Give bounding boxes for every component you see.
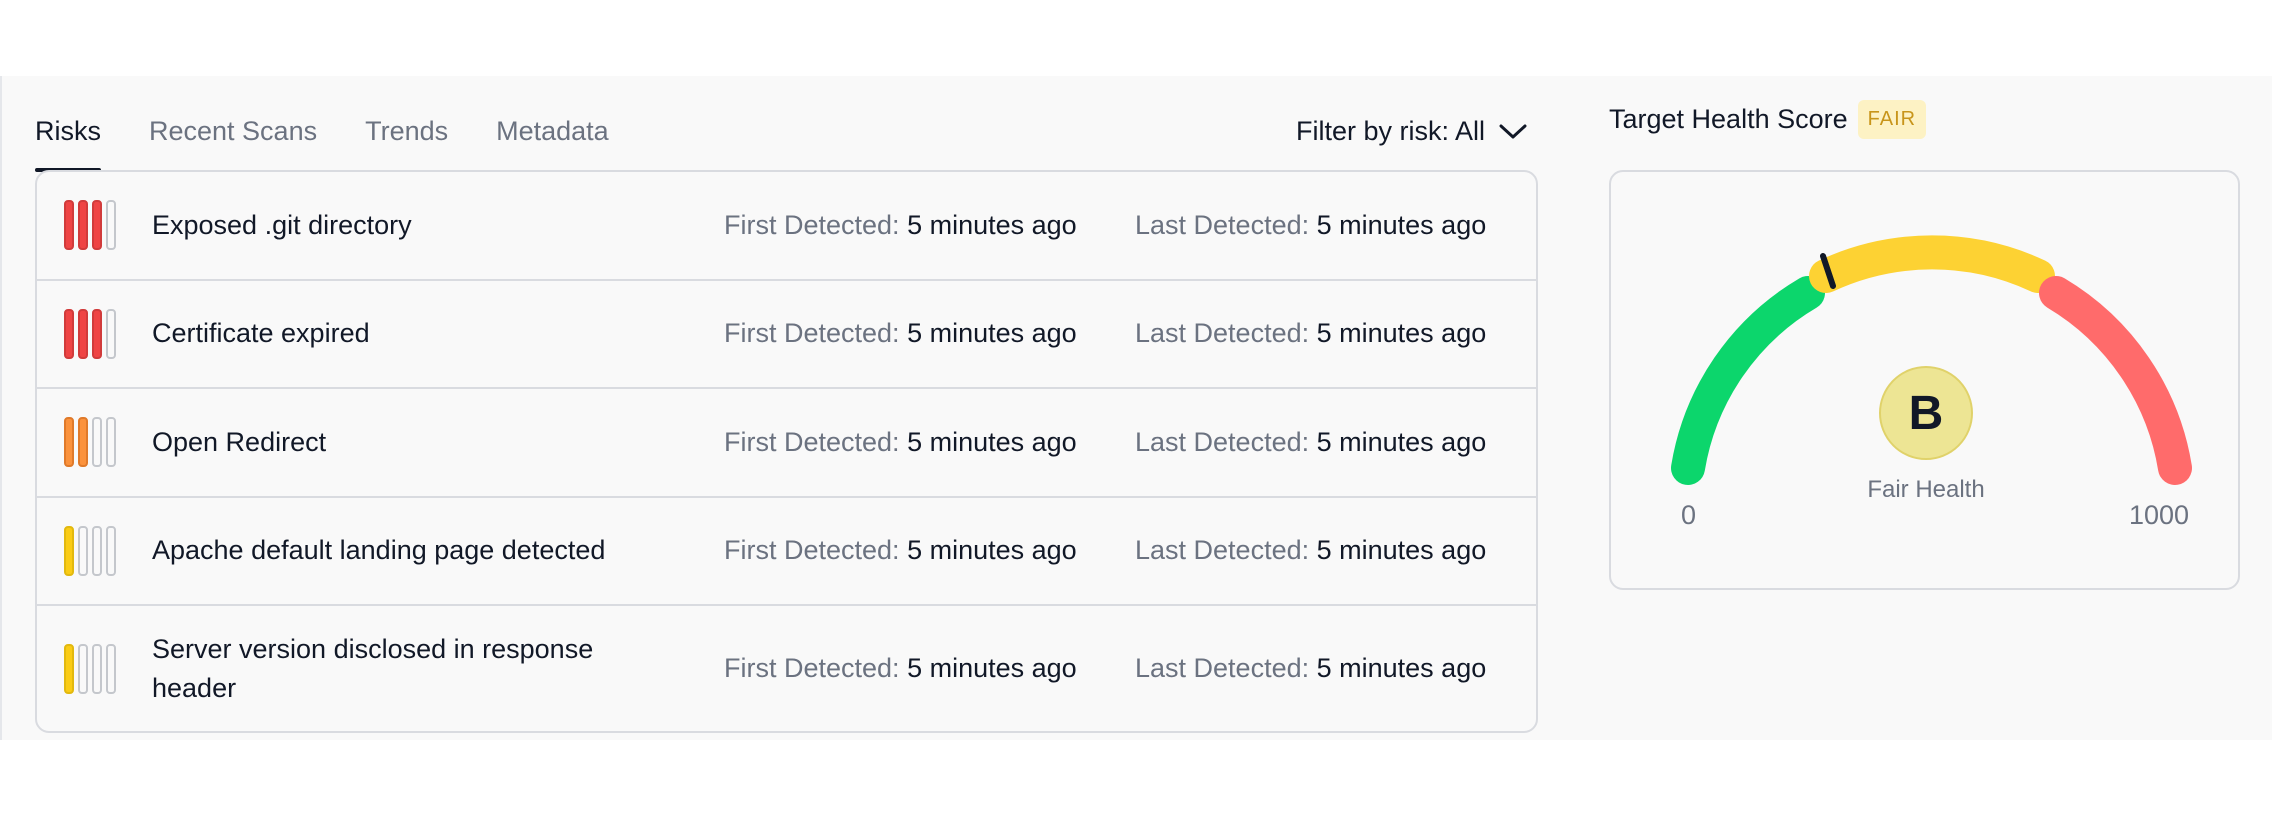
severity-indicator	[64, 200, 116, 251]
gauge-segment-poor	[2039, 276, 2192, 485]
severity-bar	[92, 417, 102, 468]
chevron-down-icon	[1499, 124, 1527, 138]
last-detected: Last Detected: 5 minutes ago	[1135, 535, 1486, 566]
severity-indicator	[64, 643, 116, 694]
last-detected: Last Detected: 5 minutes ago	[1135, 653, 1486, 684]
first-detected-label: First Detected:	[724, 209, 900, 240]
last-detected-label: Last Detected:	[1135, 318, 1310, 349]
severity-bar	[92, 525, 102, 576]
last-detected: Last Detected: 5 minutes ago	[1135, 427, 1486, 458]
health-score-header: Target Health Score FAIR	[1609, 100, 1927, 139]
gauge-segment-fair	[1809, 235, 2055, 293]
risk-row[interactable]: Certificate expired First Detected: 5 min…	[37, 281, 1536, 389]
first-detected-value: 5 minutes ago	[907, 318, 1077, 349]
severity-bar	[78, 417, 88, 468]
first-detected-label: First Detected:	[724, 318, 900, 349]
severity-bar	[106, 308, 116, 359]
gauge-segment-good	[1671, 276, 1825, 485]
last-detected-value: 5 minutes ago	[1316, 426, 1487, 457]
health-score-title: Target Health Score	[1609, 104, 1848, 134]
last-detected-value: 5 minutes ago	[1316, 318, 1487, 349]
severity-bar	[64, 200, 74, 251]
first-detected-label: First Detected:	[724, 426, 900, 457]
last-detected-value: 5 minutes ago	[1316, 535, 1487, 566]
severity-bar	[106, 643, 116, 694]
severity-indicator	[64, 417, 116, 468]
severity-bar	[92, 308, 102, 359]
risk-row[interactable]: Exposed .git directory First Detected: 5 …	[37, 172, 1536, 281]
health-status-badge: FAIR	[1857, 100, 1927, 139]
severity-bar	[106, 525, 116, 576]
risk-name: Certificate expired	[152, 318, 370, 349]
last-detected-label: Last Detected:	[1135, 653, 1310, 683]
severity-bar	[64, 525, 74, 576]
tab-metadata[interactable]: Metadata	[496, 96, 609, 172]
severity-bar	[64, 308, 74, 359]
risk-row[interactable]: Apache default landing page detected Firs…	[37, 498, 1536, 606]
severity-bar	[64, 643, 74, 694]
severity-bar	[78, 525, 88, 576]
severity-bar	[92, 200, 102, 251]
last-detected-value: 5 minutes ago	[1316, 209, 1487, 240]
first-detected-value: 5 minutes ago	[907, 535, 1077, 566]
severity-indicator	[64, 308, 116, 359]
tab-recent-scans[interactable]: Recent Scans	[149, 96, 317, 172]
risk-filter-dropdown[interactable]: Filter by risk: All	[1296, 116, 1527, 147]
first-detected: First Detected: 5 minutes ago	[724, 427, 1077, 458]
first-detected: First Detected: 5 minutes ago	[724, 318, 1077, 349]
tab-trends[interactable]: Trends	[365, 96, 448, 172]
severity-bar	[92, 643, 102, 694]
last-detected-label: Last Detected:	[1135, 209, 1310, 240]
first-detected-label: First Detected:	[724, 535, 900, 566]
last-detected-label: Last Detected:	[1135, 535, 1310, 566]
first-detected: First Detected: 5 minutes ago	[724, 653, 1077, 684]
risk-name: Server version disclosed in response hea…	[152, 633, 594, 703]
risks-panel: Risks Recent Scans Trends Metadata Filte…	[0, 76, 2272, 740]
last-detected: Last Detected: 5 minutes ago	[1135, 318, 1486, 349]
severity-bar	[64, 417, 74, 468]
severity-bar	[78, 643, 88, 694]
severity-bar	[78, 308, 88, 359]
health-grade-label: Fair Health	[1867, 476, 1985, 503]
first-detected-value: 5 minutes ago	[907, 653, 1077, 683]
health-grade: B	[1879, 366, 1973, 460]
last-detected-value: 5 minutes ago	[1316, 653, 1487, 683]
first-detected-value: 5 minutes ago	[907, 426, 1077, 457]
tab-risks[interactable]: Risks	[35, 96, 101, 172]
gauge-min-label: 0	[1681, 500, 1697, 530]
risk-name: Apache default landing page detected	[152, 535, 606, 566]
severity-indicator	[64, 525, 116, 576]
risk-list: Exposed .git directory First Detected: 5 …	[35, 170, 1538, 733]
risk-name: Exposed .git directory	[152, 209, 412, 240]
risk-name: Open Redirect	[152, 426, 327, 457]
last-detected-label: Last Detected:	[1135, 426, 1310, 457]
tab-bar: Risks Recent Scans Trends Metadata	[35, 96, 657, 172]
first-detected: First Detected: 5 minutes ago	[724, 210, 1077, 241]
first-detected-label: First Detected:	[724, 653, 900, 683]
filter-label: Filter by risk: All	[1296, 116, 1486, 146]
severity-bar	[106, 417, 116, 468]
first-detected-value: 5 minutes ago	[907, 209, 1077, 240]
first-detected: First Detected: 5 minutes ago	[724, 535, 1077, 566]
risk-row[interactable]: Server version disclosed in response hea…	[37, 606, 1536, 731]
risk-row[interactable]: Open Redirect First Detected: 5 minutes a…	[37, 389, 1536, 498]
severity-bar	[78, 200, 88, 251]
health-gauge-card: B Fair Health 0 1000	[1609, 170, 2240, 590]
gauge-max-label: 1000	[2129, 500, 2190, 530]
last-detected: Last Detected: 5 minutes ago	[1135, 210, 1486, 241]
severity-bar	[106, 200, 116, 251]
